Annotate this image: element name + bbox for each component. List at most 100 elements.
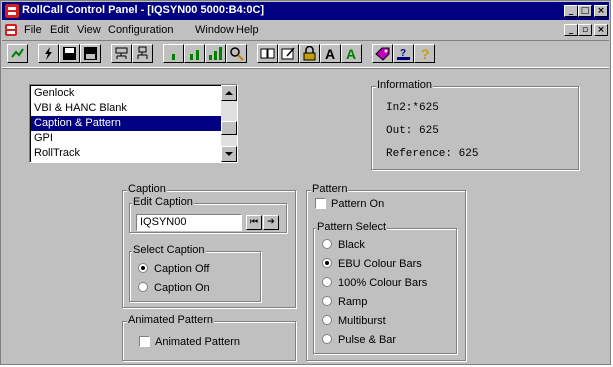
menu-configuration[interactable]: Configuration	[108, 24, 173, 36]
maximize-button[interactable]: □	[578, 5, 592, 17]
menu-file[interactable]: File	[24, 24, 42, 36]
radio-icon	[138, 282, 148, 292]
pattern-ebu-label: EBU Colour Bars	[338, 258, 422, 270]
scroll-down-button[interactable]	[221, 146, 237, 162]
child-close-button[interactable]: ×	[594, 24, 608, 36]
about-icon: ?	[397, 48, 410, 60]
bar-high-icon	[209, 47, 222, 60]
child-minimize-button[interactable]: _	[564, 24, 578, 36]
minimize-button[interactable]: _	[564, 5, 578, 17]
pattern-100-label: 100% Colour Bars	[338, 277, 428, 289]
category-listbox[interactable]: Genlock VBI & HANC Blank Caption & Patte…	[29, 84, 238, 163]
bar-mid-icon	[190, 50, 199, 60]
document-icon[interactable]	[5, 24, 17, 36]
radio-icon	[322, 334, 332, 344]
level-high-button[interactable]	[205, 44, 226, 63]
pattern-select-group: Pattern Select Black EBU Colour Bars 100…	[313, 221, 457, 354]
connect-icon	[11, 48, 24, 58]
in2-readout: In2:*625	[386, 102, 439, 114]
radio-selected-icon	[138, 263, 148, 273]
caption-off-label: Caption Off	[154, 263, 210, 275]
radio-icon	[322, 239, 332, 249]
search-icon	[230, 47, 244, 61]
caption-group: Caption Edit Caption IQSYN00 ⏮ ➔ Select …	[122, 183, 296, 308]
save-button[interactable]	[59, 44, 80, 63]
level-low-button[interactable]	[163, 44, 184, 63]
pattern-multiburst-label: Multiburst	[338, 315, 386, 327]
caption-text-input[interactable]: IQSYN00	[136, 214, 242, 231]
caption-clear-button[interactable]: ⏮	[246, 215, 262, 230]
title-bar[interactable]: RollCall Control Panel - [IQSYN00 5000:B…	[2, 2, 609, 20]
pattern-pulse-bar-label: Pulse & Bar	[338, 334, 397, 346]
select-caption-group: Select Caption Caption Off Caption On	[129, 244, 261, 302]
pattern-group: Pattern Pattern On Pattern Select Black …	[306, 183, 466, 361]
svg-text:A: A	[346, 46, 356, 61]
list-item-rolltrack[interactable]: RollTrack	[31, 146, 222, 161]
lightning-button[interactable]	[38, 44, 59, 63]
checkbox-icon	[315, 198, 326, 209]
edit-note-icon	[281, 47, 295, 60]
font-green-icon: A	[346, 46, 356, 61]
list-item-genlock[interactable]: Genlock	[31, 86, 222, 101]
app-window: RollCall Control Panel - [IQSYN00 5000:B…	[0, 0, 611, 365]
close-button[interactable]: ×	[594, 5, 608, 17]
pattern-ramp-radio[interactable]: Ramp	[322, 296, 367, 308]
pattern-ramp-label: Ramp	[338, 296, 368, 308]
save-all-icon	[84, 47, 97, 60]
search-button[interactable]	[226, 44, 247, 63]
save-all-button[interactable]	[80, 44, 101, 63]
menu-help[interactable]: Help	[236, 24, 259, 36]
list-item-caption-pattern[interactable]: Caption & Pattern	[31, 116, 222, 131]
caption-off-radio[interactable]: Caption Off	[138, 263, 209, 275]
about-button[interactable]: ?	[393, 44, 414, 63]
caption-label: Caption	[127, 183, 167, 195]
network-button[interactable]	[111, 44, 132, 63]
arrow-right-icon: ➔	[267, 217, 275, 227]
animated-pattern-label: Animated Pattern	[127, 314, 214, 326]
hierarchy-icon	[137, 46, 148, 59]
arrow-down-icon	[225, 152, 233, 156]
pattern-on-checkbox[interactable]: Pattern On	[315, 198, 384, 210]
information-label: Information	[376, 79, 434, 91]
animated-pattern-checkbox[interactable]: Animated Pattern	[139, 336, 240, 348]
edit-note-button[interactable]	[278, 44, 299, 63]
list-item-gpi[interactable]: GPI	[31, 131, 222, 146]
caption-apply-button[interactable]: ➔	[263, 215, 279, 230]
tag-icon	[375, 47, 390, 61]
pattern-100-radio[interactable]: 100% Colour Bars	[322, 277, 427, 289]
pattern-select-label: Pattern Select	[316, 221, 388, 233]
pattern-black-radio[interactable]: Black	[322, 239, 365, 251]
list-scrollbar[interactable]	[221, 85, 237, 162]
radio-icon	[322, 296, 332, 306]
scroll-thumb[interactable]	[221, 121, 237, 135]
arrow-up-icon	[225, 91, 233, 95]
list-item-vbi-hanc[interactable]: VBI & HANC Blank	[31, 101, 222, 116]
close-icon: ×	[597, 6, 605, 16]
child-restore-button[interactable]: ▫	[578, 24, 592, 36]
radio-icon	[322, 315, 332, 325]
reference-readout: Reference: 625	[386, 148, 479, 160]
tag-button[interactable]	[372, 44, 393, 63]
connect-button[interactable]	[7, 44, 28, 63]
caption-on-radio[interactable]: Caption On	[138, 282, 210, 294]
book-button[interactable]	[257, 44, 278, 63]
pattern-ebu-radio[interactable]: EBU Colour Bars	[322, 258, 422, 270]
font-green-button[interactable]: A	[341, 44, 362, 63]
scroll-up-button[interactable]	[221, 85, 237, 101]
radio-selected-icon	[322, 258, 332, 268]
level-mid-button[interactable]	[184, 44, 205, 63]
hierarchy-button[interactable]	[132, 44, 153, 63]
menu-window[interactable]: Window	[195, 24, 234, 36]
lock-button[interactable]	[299, 44, 320, 63]
menu-view[interactable]: View	[77, 24, 101, 36]
toolbar: A A ? ?	[2, 40, 609, 68]
minimize-icon: _	[568, 6, 574, 16]
out-readout: Out: 625	[386, 125, 439, 137]
svg-text:?: ?	[421, 46, 430, 61]
pattern-multiburst-radio[interactable]: Multiburst	[322, 315, 386, 327]
menu-edit[interactable]: Edit	[50, 24, 69, 36]
help-button[interactable]: ?	[414, 44, 435, 63]
font-black-button[interactable]: A	[320, 44, 341, 63]
maximize-icon: □	[580, 6, 590, 16]
pattern-pulse-bar-radio[interactable]: Pulse & Bar	[322, 334, 396, 346]
